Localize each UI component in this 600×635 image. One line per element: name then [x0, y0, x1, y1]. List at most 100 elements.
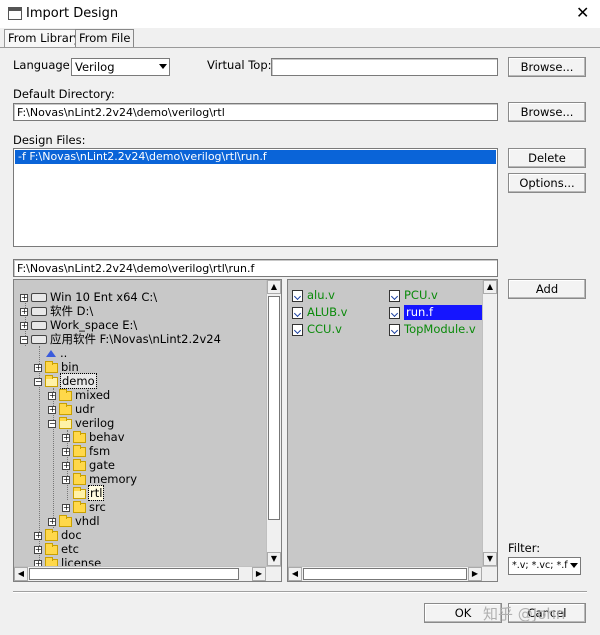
scroll-thumb[interactable] [268, 296, 280, 520]
scroll-up-icon[interactable]: ▲ [483, 280, 497, 294]
expand-icon[interactable]: + [62, 503, 70, 512]
scroll-left-icon[interactable]: ◀ [288, 567, 302, 581]
delete-button[interactable]: Delete [508, 148, 586, 168]
file-item[interactable]: CCU.v [292, 322, 342, 337]
window-title: Import Design [26, 6, 119, 21]
close-icon[interactable]: ✕ [576, 4, 589, 22]
file-item-selected[interactable]: run.f [389, 305, 482, 320]
scroll-up-icon[interactable]: ▲ [267, 280, 281, 294]
current-path-input[interactable]: F:\Novas\nLint2.2v24\demo\verilog\rtl\ru… [13, 259, 498, 277]
folder-icon [45, 528, 58, 541]
scroll-thumb[interactable] [303, 568, 467, 580]
tree-vertical-scrollbar[interactable]: ▲ ▼ [266, 280, 281, 566]
tree-item-drive-f[interactable]: − 应用软件 F:\Novas\nLint2.2v24 [20, 332, 221, 346]
tree-item-drive-e[interactable]: + Work_space E:\ [20, 318, 137, 332]
tree-item-etc[interactable]: + etc [34, 542, 79, 556]
tree-item-bin[interactable]: + bin [34, 360, 79, 374]
file-item[interactable]: alu.v [292, 288, 335, 303]
expand-icon[interactable]: + [34, 545, 42, 554]
default-directory-label: Default Directory: [13, 87, 115, 101]
expand-icon[interactable]: + [34, 363, 42, 372]
expand-icon[interactable]: + [62, 433, 70, 442]
options-button[interactable]: Options... [508, 173, 586, 193]
scroll-right-icon[interactable]: ▶ [468, 567, 482, 581]
scroll-thumb[interactable] [29, 568, 239, 580]
tree-item-memory[interactable]: + memory [62, 472, 137, 486]
tree-item-verilog[interactable]: − verilog [48, 416, 114, 430]
tree-item-udr[interactable]: + udr [48, 402, 94, 416]
expand-icon[interactable]: + [20, 321, 28, 330]
language-select[interactable]: Verilog [71, 58, 170, 76]
virtual-top-label: Virtual Top: [207, 58, 272, 72]
design-files-label: Design Files: [13, 133, 86, 147]
tab-from-library[interactable]: From Library [4, 29, 85, 47]
design-file-item[interactable]: -f F:\Novas\nLint2.2v24\demo\verilog\rtl… [15, 150, 496, 164]
filter-select[interactable]: *.v; *.vc; *.f [508, 557, 581, 575]
scroll-right-icon[interactable]: ▶ [252, 567, 266, 581]
browse-virtual-top-button[interactable]: Browse... [508, 57, 586, 77]
drive-icon [31, 321, 47, 330]
collapse-icon[interactable]: − [34, 377, 42, 386]
file-item[interactable]: TopModule.v [389, 322, 476, 337]
tree-item-parent[interactable]: .. [46, 346, 67, 360]
tree-item-demo[interactable]: − demo [34, 373, 97, 389]
folder-icon [45, 360, 58, 373]
expand-icon[interactable]: + [20, 293, 28, 302]
watermark: 知乎 @John [483, 605, 566, 623]
verilog-file-icon [389, 289, 400, 302]
expand-icon[interactable]: + [62, 447, 70, 456]
expand-icon[interactable]: + [62, 461, 70, 470]
expand-icon[interactable]: + [62, 475, 70, 484]
expand-icon[interactable]: + [20, 307, 28, 316]
expand-icon[interactable]: + [48, 405, 56, 414]
folder-icon [59, 514, 72, 527]
tree-item-vhdl[interactable]: + vhdl [48, 514, 100, 528]
verilog-file-icon [292, 323, 303, 336]
tree-item-behav[interactable]: + behav [62, 430, 125, 444]
expand-icon[interactable]: + [48, 391, 56, 400]
separator [13, 591, 587, 592]
scroll-down-icon[interactable]: ▼ [483, 552, 497, 566]
tree-item-fsm[interactable]: + fsm [62, 444, 110, 458]
file-item[interactable]: PCU.v [389, 288, 438, 303]
folder-icon [45, 542, 58, 555]
folder-icon [73, 430, 86, 443]
verilog-file-icon [292, 289, 303, 302]
scroll-down-icon[interactable]: ▼ [267, 552, 281, 566]
folder-icon [73, 458, 86, 471]
tree-item-drive-d[interactable]: + 软件 D:\ [20, 304, 93, 318]
virtual-top-input[interactable] [271, 58, 498, 76]
tree-item-gate[interactable]: + gate [62, 458, 115, 472]
tab-from-file[interactable]: From File [75, 29, 135, 47]
directory-tree[interactable]: + Win 10 Ent x64 C:\ + 软件 D:\ + Work_space … [13, 279, 282, 582]
folder-open-icon [59, 416, 72, 429]
chevron-down-icon [570, 563, 578, 568]
tree-item-drive-c[interactable]: + Win 10 Ent x64 C:\ [20, 290, 157, 304]
drive-icon [31, 307, 47, 316]
tree-item-mixed[interactable]: + mixed [48, 388, 110, 402]
app-icon [8, 7, 22, 20]
folder-icon [59, 402, 72, 415]
tree-horizontal-scrollbar[interactable]: ◀ ▶ [14, 566, 281, 581]
expand-icon[interactable]: + [48, 517, 56, 526]
expand-icon[interactable]: + [34, 531, 42, 540]
file-list[interactable]: alu.v ALUB.v CCU.v PCU.v run.f TopModule… [287, 279, 498, 582]
tree-item-rtl[interactable]: rtl [73, 485, 105, 501]
language-value: Verilog [75, 60, 115, 74]
browse-default-directory-button[interactable]: Browse... [508, 102, 586, 122]
files-vertical-scrollbar[interactable]: ▲ ▼ [482, 280, 497, 566]
collapse-icon[interactable]: − [20, 335, 28, 344]
default-directory-input[interactable]: F:\Novas\nLint2.2v24\demo\verilog\rtl [13, 103, 498, 121]
tree-item-src[interactable]: + src [62, 500, 106, 514]
file-item[interactable]: ALUB.v [292, 305, 347, 320]
tree-item-doc[interactable]: + doc [34, 528, 82, 542]
files-horizontal-scrollbar[interactable]: ◀ ▶ [288, 566, 497, 581]
scroll-left-icon[interactable]: ◀ [14, 567, 28, 581]
language-label: Language: [13, 58, 74, 72]
filter-label: Filter: [508, 541, 541, 555]
add-button[interactable]: Add [508, 279, 586, 299]
folder-open-icon [45, 374, 58, 387]
folder-icon [73, 500, 86, 513]
collapse-icon[interactable]: − [48, 419, 56, 428]
design-files-list[interactable]: -f F:\Novas\nLint2.2v24\demo\verilog\rtl… [13, 148, 498, 247]
